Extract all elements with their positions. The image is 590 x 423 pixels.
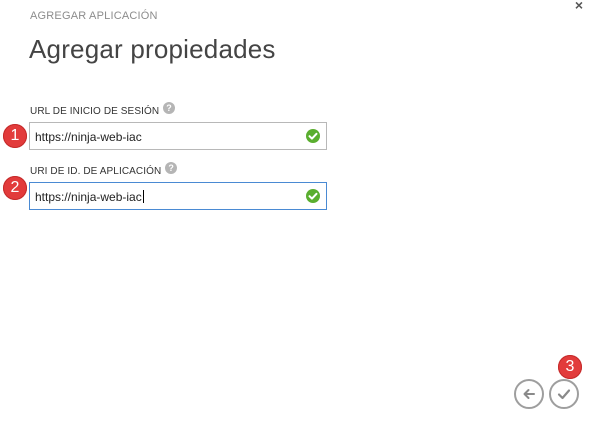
add-application-dialog: × AGREGAR APLICACIÓN Agregar propiedades… <box>0 0 590 423</box>
sign-on-url-label: URL DE INICIO DE SESIÓN ? <box>30 102 176 117</box>
back-button[interactable] <box>514 379 544 409</box>
app-id-uri-label: URI DE ID. DE APLICACIÓN ? <box>30 162 178 177</box>
step-marker-3: 3 <box>558 355 582 379</box>
help-icon[interactable]: ? <box>165 162 178 174</box>
sign-on-url-input[interactable]: https://ninja-web-iac <box>29 122 327 150</box>
help-icon[interactable]: ? <box>163 102 176 114</box>
app-id-uri-value: https://ninja-web-iac <box>35 190 144 204</box>
app-id-uri-value-text: https://ninja-web-iac <box>35 190 142 204</box>
app-id-uri-label-text: URI DE ID. DE APLICACIÓN <box>30 166 162 177</box>
sign-on-url-value: https://ninja-web-iac <box>35 130 142 144</box>
complete-button[interactable] <box>549 379 579 409</box>
sign-on-url-label-text: URL DE INICIO DE SESIÓN <box>30 106 160 117</box>
checkmark-icon <box>557 389 571 400</box>
app-id-uri-input[interactable]: https://ninja-web-iac <box>29 182 327 210</box>
dialog-subtitle: AGREGAR APLICACIÓN <box>30 10 158 22</box>
step-marker-1: 1 <box>3 124 27 148</box>
valid-check-icon <box>306 129 320 143</box>
text-caret <box>142 190 144 203</box>
close-icon[interactable]: × <box>571 0 587 14</box>
arrow-left-icon <box>523 389 535 399</box>
step-marker-2: 2 <box>3 176 27 200</box>
dialog-title: Agregar propiedades <box>29 34 276 64</box>
valid-check-icon <box>306 189 320 203</box>
